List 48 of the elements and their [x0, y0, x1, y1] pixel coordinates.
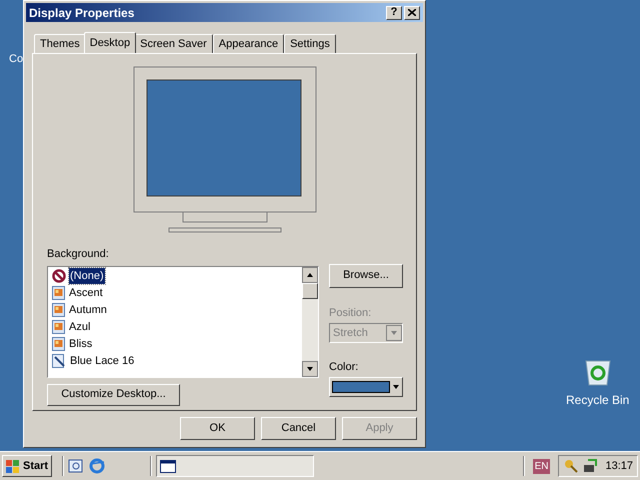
dropdown-value: Stretch	[332, 326, 369, 341]
scroll-down-icon[interactable]	[302, 360, 318, 376]
customize-desktop-button[interactable]: Customize Desktop...	[47, 384, 180, 406]
tray-network-icon[interactable]	[582, 458, 598, 474]
picture-file-icon	[52, 286, 65, 300]
background-list[interactable]: (None) Ascent Autumn Azul Bliss Blue Lace 16	[47, 266, 319, 378]
list-item[interactable]: Azul	[68, 318, 92, 336]
dropdown-arrow-icon	[392, 382, 400, 390]
scroll-thumb[interactable]	[302, 282, 318, 298]
window-icon	[160, 460, 176, 472]
window-title: Display Properties	[29, 4, 136, 22]
language-indicator[interactable]: EN	[532, 458, 550, 474]
browser-icon[interactable]	[88, 458, 106, 474]
paint-file-icon	[52, 354, 66, 368]
tab[interactable]: Appearance	[212, 34, 284, 53]
tab[interactable]: Desktop	[84, 32, 136, 53]
taskbar-window-button[interactable]	[156, 455, 314, 477]
start-button[interactable]: Start	[2, 455, 52, 477]
list-item[interactable]: Autumn	[68, 302, 108, 318]
picture-file-icon	[52, 320, 65, 334]
dialog-button[interactable]: OK	[180, 417, 255, 440]
no-sign-icon	[52, 269, 66, 283]
color-picker-button[interactable]	[329, 376, 403, 396]
tray-key-icon[interactable]	[563, 458, 580, 474]
picture-file-icon	[52, 303, 65, 317]
tab[interactable]: Settings	[284, 34, 336, 53]
scroll-up-icon[interactable]	[302, 266, 318, 282]
clock[interactable]: 13:17	[605, 458, 633, 474]
tab[interactable]: Themes	[34, 34, 86, 53]
dialog-button[interactable]: Cancel	[261, 417, 336, 440]
help-button[interactable]: ?	[386, 6, 402, 20]
list-item[interactable]: (None)	[69, 268, 105, 284]
position-label: Position:	[329, 306, 372, 320]
browse-button[interactable]: Browse...	[329, 264, 403, 288]
close-icon	[408, 9, 416, 16]
desktop-shortcut-icon[interactable]	[68, 458, 84, 474]
picture-file-icon	[52, 337, 65, 351]
color-label: Color:	[329, 360, 360, 375]
close-button[interactable]	[404, 6, 420, 20]
desktop-icon-label[interactable]: Co	[9, 51, 24, 68]
desktop-icon-label[interactable]: Recycle Bin	[566, 391, 630, 409]
list-item[interactable]: Bliss	[68, 336, 94, 352]
background-label: Background:	[47, 247, 110, 262]
list-item[interactable]: Ascent	[68, 284, 104, 302]
windows-logo-icon	[6, 460, 20, 472]
tab[interactable]: Screen Saver	[134, 34, 213, 53]
list-item[interactable]: Blue Lace 16	[69, 352, 136, 370]
scrollbar[interactable]	[302, 266, 318, 376]
